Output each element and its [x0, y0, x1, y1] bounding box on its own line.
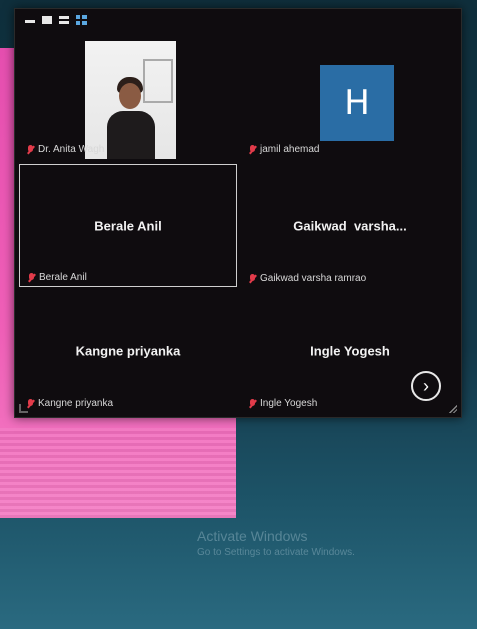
- participant-name: Berale Anil: [39, 272, 87, 283]
- participant-tile-anita-wagh[interactable]: Dr. Anita Wagh: [19, 35, 237, 159]
- maximize-icon[interactable]: [42, 16, 52, 24]
- pink-window-pattern: [0, 428, 236, 518]
- video-person-head: [119, 83, 141, 109]
- video-background-shelf: [143, 59, 173, 103]
- watermark-title: Activate Windows: [197, 528, 308, 544]
- participant-label: Gaikwad varsha ramrao: [249, 273, 366, 284]
- muted-mic-icon: [27, 144, 34, 155]
- chevron-right-icon: ›: [423, 375, 429, 396]
- muted-mic-icon: [28, 272, 35, 283]
- participant-video: [85, 41, 176, 159]
- layout-toolbar: [25, 13, 87, 27]
- resize-grip-icon[interactable]: [448, 404, 457, 413]
- participant-tile-kangne-priyanka[interactable]: Kangne priyanka Kangne priyanka: [19, 289, 237, 412]
- participant-name: Dr. Anita Wagh: [38, 144, 105, 155]
- activate-windows-watermark: Activate Windows Go to Settings to activ…: [197, 528, 355, 558]
- participant-label: Kangne priyanka: [27, 398, 113, 409]
- participant-label: jamil ahemad: [249, 144, 319, 155]
- participant-label: Dr. Anita Wagh: [27, 144, 104, 155]
- meeting-window: Dr. Anita Wagh H jamil ahemad Berale Ani…: [14, 8, 462, 418]
- watermark-subtitle: Go to Settings to activate Windows.: [197, 547, 355, 558]
- minimize-icon[interactable]: [25, 20, 35, 23]
- participant-display-name: Kangne priyanka: [75, 343, 181, 358]
- participant-name: Kangne priyanka: [38, 398, 114, 409]
- participant-name: Ingle Yogesh: [260, 398, 318, 409]
- participant-name: Gaikwad varsha ramrao: [260, 273, 367, 284]
- participant-tile-gaikwad-varsha[interactable]: Gaikwad varsha... Gaikwad varsha ramrao: [241, 164, 459, 287]
- two-row-layout-icon[interactable]: [59, 16, 69, 24]
- avatar: H: [320, 65, 394, 141]
- muted-mic-icon: [27, 398, 34, 409]
- grid-layout-icon[interactable]: [76, 15, 87, 25]
- participant-display-name: Ingle Yogesh: [310, 343, 390, 358]
- video-person-body: [107, 111, 155, 159]
- muted-mic-icon: [249, 273, 256, 284]
- participant-display-name: Berale Anil: [94, 218, 162, 233]
- participant-tile-jamil-ahemad[interactable]: H jamil ahemad: [241, 35, 459, 158]
- participant-label: Berale Anil: [28, 272, 87, 283]
- muted-mic-icon: [249, 398, 256, 409]
- participant-name: jamil ahemad: [260, 144, 320, 155]
- muted-mic-icon: [249, 144, 256, 155]
- corner-icon: [19, 404, 28, 413]
- next-page-button[interactable]: ›: [411, 371, 441, 401]
- participant-display-name: Gaikwad varsha...: [293, 218, 407, 233]
- participant-label: Ingle Yogesh: [249, 398, 317, 409]
- participant-tile-berale-anil[interactable]: Berale Anil Berale Anil: [19, 164, 237, 287]
